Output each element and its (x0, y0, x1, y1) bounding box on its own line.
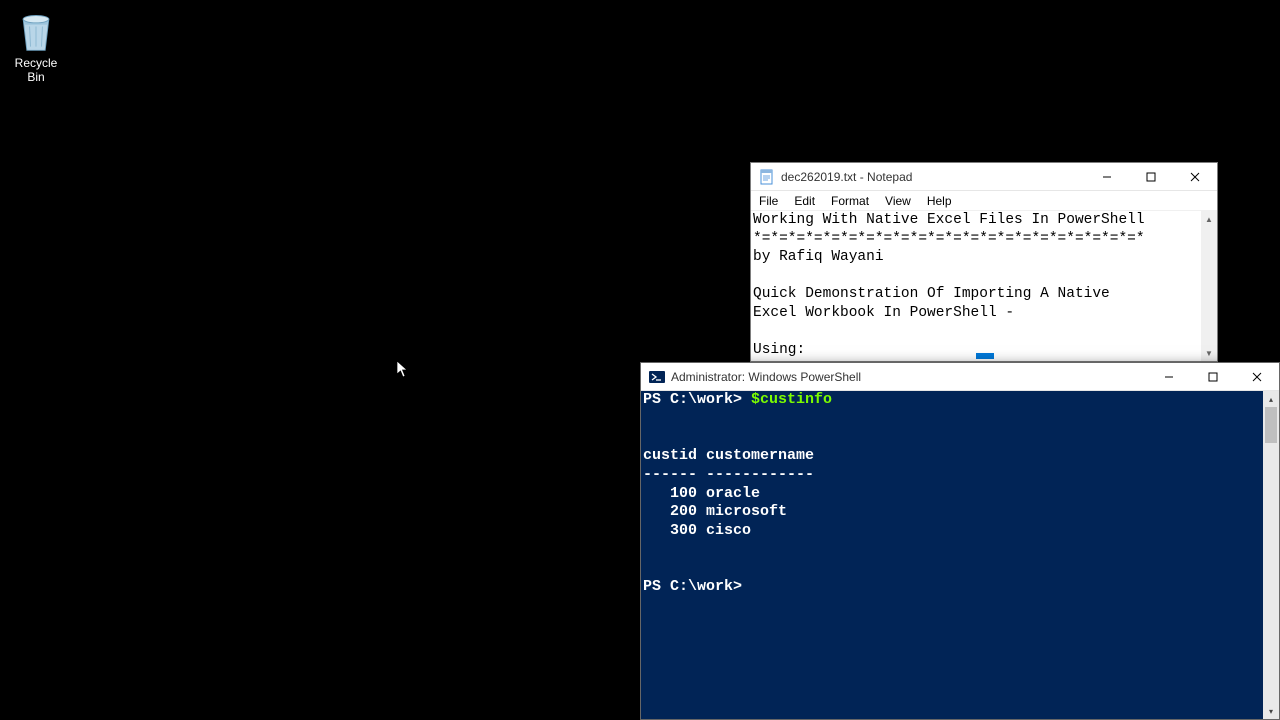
menu-view[interactable]: View (877, 191, 919, 210)
ps-output-row: 300 cisco (643, 522, 751, 539)
minimize-button[interactable] (1085, 163, 1129, 191)
menu-file[interactable]: File (751, 191, 786, 210)
text-selection (976, 353, 994, 359)
notepad-scrollbar[interactable]: ▲ ▼ (1201, 211, 1217, 361)
ps-prompt: PS C:\work> (643, 578, 742, 595)
minimize-button[interactable] (1147, 363, 1191, 391)
powershell-icon (649, 369, 665, 385)
ps-prompt: PS C:\work> (643, 391, 751, 408)
ps-output-row: 100 oracle (643, 485, 760, 502)
notepad-title: dec262019.txt - Notepad (781, 170, 1085, 184)
notepad-textarea[interactable]: Working With Native Excel Files In Power… (751, 211, 1201, 361)
trash-icon (14, 10, 58, 54)
menu-edit[interactable]: Edit (786, 191, 823, 210)
menu-help[interactable]: Help (919, 191, 960, 210)
ps-output-row: 200 microsoft (643, 503, 787, 520)
notepad-titlebar[interactable]: dec262019.txt - Notepad (751, 163, 1217, 191)
maximize-button[interactable] (1191, 363, 1235, 391)
close-button[interactable] (1235, 363, 1279, 391)
maximize-button[interactable] (1129, 163, 1173, 191)
mouse-cursor-icon (396, 360, 410, 378)
scroll-down-icon[interactable]: ▾ (1263, 703, 1279, 719)
powershell-title: Administrator: Windows PowerShell (671, 370, 1147, 384)
notepad-menubar: File Edit Format View Help (751, 191, 1217, 211)
scroll-up-icon[interactable]: ▲ (1201, 211, 1217, 227)
recycle-bin-icon[interactable]: Recycle Bin (6, 10, 66, 84)
powershell-terminal[interactable]: PS C:\work> $custinfo custid customernam… (641, 391, 1263, 719)
ps-output-header: custid customername (643, 447, 814, 464)
notepad-icon (759, 169, 775, 185)
ps-output-separator: ------ ------------ (643, 466, 814, 483)
scroll-down-icon[interactable]: ▼ (1201, 345, 1217, 361)
scroll-up-icon[interactable]: ▴ (1263, 391, 1279, 407)
powershell-window: Administrator: Windows PowerShell PS C:\… (640, 362, 1280, 720)
menu-format[interactable]: Format (823, 191, 877, 210)
recycle-bin-label: Recycle Bin (6, 56, 66, 84)
powershell-scrollbar[interactable]: ▴ ▾ (1263, 391, 1279, 719)
ps-command: $custinfo (751, 391, 832, 408)
scrollbar-thumb[interactable] (1265, 407, 1277, 443)
close-button[interactable] (1173, 163, 1217, 191)
powershell-titlebar[interactable]: Administrator: Windows PowerShell (641, 363, 1279, 391)
notepad-window: dec262019.txt - Notepad File Edit Format… (750, 162, 1218, 362)
